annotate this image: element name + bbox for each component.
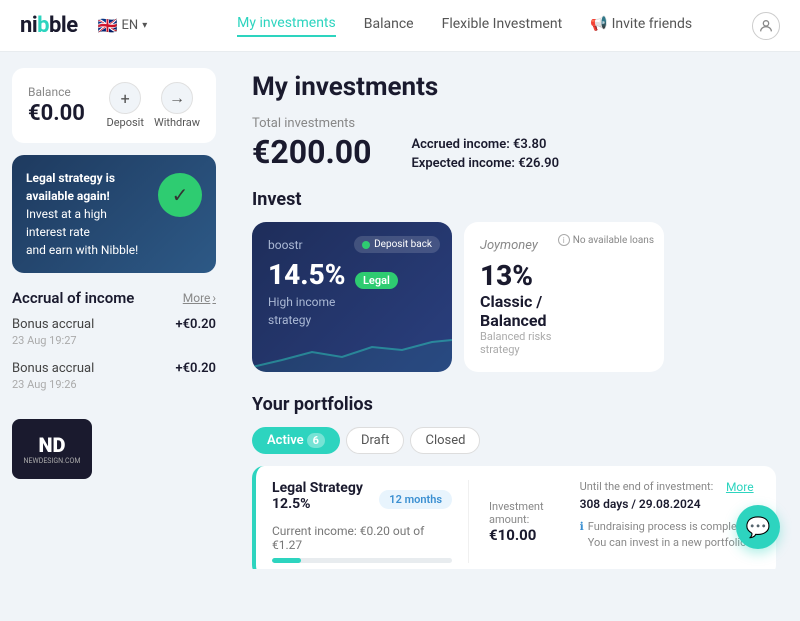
accrual-item-1-date: 23 Aug 19:27: [12, 334, 216, 347]
deposit-label: Deposit: [106, 116, 143, 129]
total-investments: Total investments €200.00: [252, 116, 371, 171]
chat-icon: 💬: [746, 515, 771, 539]
info-icon: i: [558, 234, 570, 246]
accrual-item-2-label: Bonus accrual: [12, 361, 94, 376]
accrual-item: Bonus accrual +€0.20 23 Aug 19:27: [12, 317, 216, 347]
info-icon-notice: ℹ: [580, 519, 584, 534]
accrual-section: Accrual of income More › Bonus accrual +…: [12, 285, 216, 409]
progress-bar-1: [272, 558, 452, 563]
lang-label: EN: [122, 18, 139, 33]
joymoney-rate: 13%: [480, 259, 648, 292]
tab-active[interactable]: Active6: [252, 427, 340, 454]
page-title: My investments: [252, 72, 776, 102]
income-stats: Accrued income: €3.80 Expected income: €…: [411, 137, 559, 171]
joymoney-strategy2: strategy: [480, 343, 648, 356]
main-content: My investments Total investments €200.00…: [228, 52, 800, 569]
nav-my-investments[interactable]: My investments: [237, 15, 336, 37]
portfolio-income-text-1: Current income: €0.20 out of €1.27: [272, 524, 452, 552]
arrow-right-icon: →: [161, 82, 193, 114]
no-loans-badge: i No available loans: [558, 234, 654, 246]
portfolio-center-1: Investment amount: €10.00: [469, 480, 564, 563]
portfolio-until-label-1: Until the end of investment:: [580, 480, 714, 493]
portfolio-duration-1: 12 months: [379, 490, 452, 509]
checkmark-icon: ✓: [158, 173, 202, 217]
accrual-title: Accrual of income: [12, 289, 134, 307]
nd-sub: NEWDESIGN.COM: [24, 457, 81, 465]
portfolio-card-1: Legal Strategy 12.5% 12 months Current i…: [252, 466, 776, 569]
green-dot: [362, 241, 370, 249]
accrual-item: Bonus accrual +€0.20 23 Aug 19:26: [12, 361, 216, 391]
boostr-strategy: High income: [268, 295, 436, 309]
portfolio-name-1: Legal Strategy 12.5%: [272, 480, 367, 512]
portfolio-invest-label-1: Investment amount:: [489, 500, 544, 526]
boostr-rate-row: 14.5% Legal: [268, 258, 436, 291]
portfolio-invest-amount-1: €10.00: [489, 526, 544, 544]
boostr-card[interactable]: Deposit back boostr 14.5% Legal High inc…: [252, 222, 452, 372]
accrual-item-2-header: Bonus accrual +€0.20: [12, 361, 216, 376]
layout: Balance €0.00 + Deposit → Withdraw Legal…: [0, 52, 800, 569]
nav-invite-friends[interactable]: 📢 Invite friends: [590, 15, 692, 37]
total-invest-label: Total investments: [252, 116, 371, 131]
accrual-item-2-date: 23 Aug 19:26: [12, 378, 216, 391]
invest-section-title: Invest: [252, 189, 776, 210]
nd-badge: ND NEWDESIGN.COM: [12, 419, 92, 479]
portfolio-more-1[interactable]: More: [726, 480, 754, 494]
plus-icon: +: [109, 82, 141, 114]
chevron-down-icon: ▾: [142, 20, 147, 31]
tab-draft[interactable]: Draft: [346, 427, 405, 454]
megaphone-icon: 📢: [590, 16, 607, 32]
sidebar: Balance €0.00 + Deposit → Withdraw Legal…: [0, 52, 228, 569]
accrual-item-1-label: Bonus accrual: [12, 317, 94, 332]
promo-text: Legal strategy is available again! Inves…: [26, 169, 158, 259]
deposit-back-badge: Deposit back: [354, 236, 440, 253]
portfolio-right-inner-1: Until the end of investment: 308 days / …: [580, 480, 764, 550]
main-nav: My investments Balance Flexible Investme…: [177, 15, 752, 37]
accrual-more-link[interactable]: More ›: [183, 291, 216, 305]
balance-label: Balance: [28, 85, 85, 99]
portfolios-title: Your portfolios: [252, 394, 776, 415]
joymoney-card[interactable]: i No available loans Joymoney 13% Classi…: [464, 222, 664, 372]
joymoney-strategy: Balanced risks: [480, 330, 648, 343]
portfolio-row-header-1: Legal Strategy 12.5% 12 months: [272, 480, 452, 518]
joymoney-type: Classic / Balanced: [480, 292, 648, 330]
nd-text: ND: [39, 433, 66, 457]
user-icon[interactable]: [752, 12, 780, 40]
lang-selector[interactable]: 🇬🇧 EN ▾: [98, 16, 148, 35]
accrual-item-1-amount: +€0.20: [175, 317, 216, 332]
tab-closed[interactable]: Closed: [410, 427, 480, 454]
header-right: [752, 12, 780, 40]
balance-actions: + Deposit → Withdraw: [106, 82, 200, 129]
portfolio-tabs: Active6 Draft Closed: [252, 427, 776, 454]
stats-row: Total investments €200.00 Accrued income…: [252, 116, 776, 171]
withdraw-label: Withdraw: [154, 116, 200, 129]
withdraw-button[interactable]: → Withdraw: [154, 82, 200, 129]
portfolio-until-value-1: 308 days / 29.08.2024: [580, 497, 714, 511]
nav-flexible-investment[interactable]: Flexible Investment: [442, 15, 563, 37]
header: nibble 🇬🇧 EN ▾ My investments Balance Fl…: [0, 0, 800, 52]
accrual-header: Accrual of income More ›: [12, 289, 216, 307]
promo-card[interactable]: Legal strategy is available again! Inves…: [12, 155, 216, 273]
boostr-tag: Legal: [355, 272, 398, 289]
portfolio-until-1: Until the end of investment: 308 days / …: [580, 480, 714, 511]
accrual-item-1-header: Bonus accrual +€0.20: [12, 317, 216, 332]
expected-income-stat: Expected income: €26.90: [411, 156, 559, 171]
boostr-rate: 14.5%: [268, 258, 346, 291]
accrued-income-stat: Accrued income: €3.80: [411, 137, 559, 152]
deposit-button[interactable]: + Deposit: [106, 82, 143, 129]
progress-fill-1: [272, 558, 301, 563]
balance-amount: €0.00: [28, 101, 85, 126]
nav-balance[interactable]: Balance: [364, 15, 414, 37]
portfolio-right-1: Until the end of investment: 308 days / …: [564, 480, 764, 563]
chat-button[interactable]: 💬: [736, 505, 780, 549]
accrual-item-2-amount: +€0.20: [175, 361, 216, 376]
balance-info: Balance €0.00: [28, 85, 85, 126]
chevron-right-icon: ›: [212, 291, 216, 305]
flag-icon: 🇬🇧: [98, 16, 118, 35]
logo: nibble: [20, 13, 78, 38]
total-invest-amount: €200.00: [252, 133, 371, 171]
invest-cards: Deposit back boostr 14.5% Legal High inc…: [252, 222, 776, 372]
balance-card: Balance €0.00 + Deposit → Withdraw: [12, 68, 216, 143]
portfolio-left-1: Legal Strategy 12.5% 12 months Current i…: [272, 480, 469, 563]
boostr-strategy2: strategy: [268, 313, 436, 327]
